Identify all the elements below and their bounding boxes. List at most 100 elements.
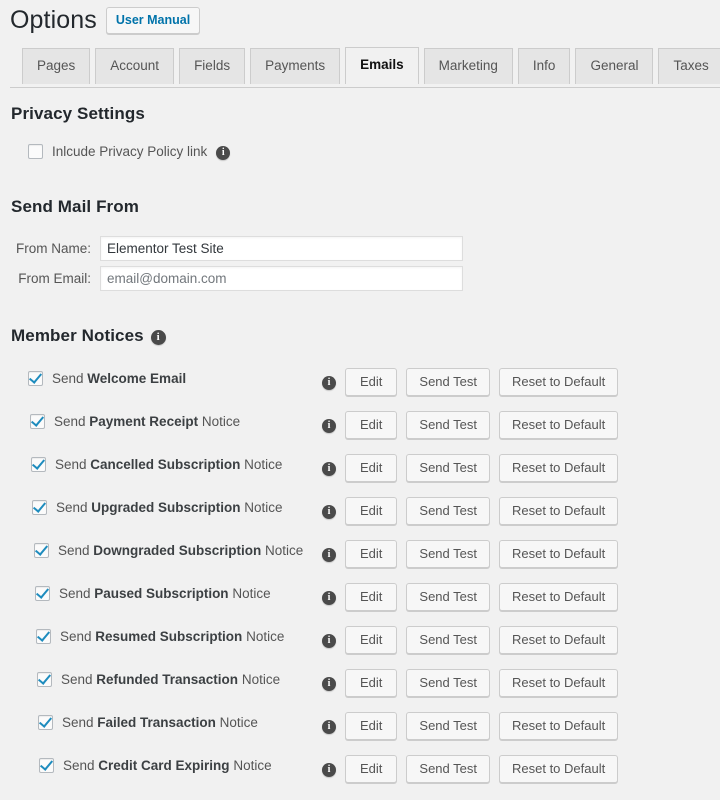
edit-button[interactable]: Edit (345, 669, 397, 697)
from-name-row: From Name: (0, 236, 463, 261)
reset-to-default-button[interactable]: Reset to Default (499, 540, 618, 568)
edit-button[interactable]: Edit (345, 497, 397, 525)
notice-label-name: Payment Receipt (89, 414, 198, 429)
notice-label: Send Upgraded Subscription Notice (56, 500, 283, 515)
send-test-button[interactable]: Send Test (406, 540, 490, 568)
send-test-button[interactable]: Send Test (406, 583, 490, 611)
notice-toggle-group: Send Credit Card Expiring Notice (39, 758, 272, 773)
member-notices-heading: Member Notices i (11, 326, 166, 346)
info-icon[interactable]: i (322, 591, 336, 605)
reset-to-default-button[interactable]: Reset to Default (499, 583, 618, 611)
reset-to-default-button[interactable]: Reset to Default (499, 669, 618, 697)
notice-toggle-group: Send Welcome Email (28, 371, 186, 386)
send-test-button[interactable]: Send Test (406, 411, 490, 439)
info-icon[interactable]: i (322, 462, 336, 476)
include-privacy-policy-checkbox[interactable] (28, 144, 43, 159)
notice-row: Send Refunded Transaction Notice i Edit Sen… (0, 669, 720, 712)
notice-label-prefix: Send (56, 500, 91, 515)
from-email-input[interactable] (100, 266, 463, 291)
send-test-button[interactable]: Send Test (406, 755, 490, 783)
reset-to-default-button[interactable]: Reset to Default (499, 712, 618, 740)
info-icon[interactable]: i (322, 376, 336, 390)
tab-payments[interactable]: Payments (250, 48, 340, 84)
send-mail-from-heading-text: Send Mail From (11, 197, 139, 217)
edit-button[interactable]: Edit (345, 583, 397, 611)
notice-toggle-group: Send Downgraded Subscription Notice (34, 543, 303, 558)
notice-actions: i Edit Send Test Reset to Default (322, 626, 618, 654)
notice-label-prefix: Send (59, 586, 94, 601)
reset-to-default-button[interactable]: Reset to Default (499, 755, 618, 783)
notice-row: Send Resumed Subscription Notice i Edit Sen… (0, 626, 720, 669)
info-icon[interactable]: i (322, 548, 336, 562)
notice-checkbox[interactable] (28, 371, 43, 386)
tab-marketing[interactable]: Marketing (424, 48, 513, 84)
send-test-button[interactable]: Send Test (406, 626, 490, 654)
notice-label-prefix: Send (61, 672, 96, 687)
notice-checkbox[interactable] (34, 543, 49, 558)
reset-to-default-button[interactable]: Reset to Default (499, 411, 618, 439)
notice-label-suffix: Notice (261, 543, 303, 558)
info-icon[interactable]: i (322, 763, 336, 777)
notice-row: Send Payment Receipt Notice i Edit Send Tes… (0, 411, 720, 454)
notice-checkbox[interactable] (36, 629, 51, 644)
notice-label-prefix: Send (60, 629, 95, 644)
notice-checkbox[interactable] (31, 457, 46, 472)
notice-toggle-group: Send Paused Subscription Notice (35, 586, 271, 601)
info-icon[interactable]: i (322, 505, 336, 519)
notice-toggle-group: Send Refunded Transaction Notice (37, 672, 280, 687)
notice-actions: i Edit Send Test Reset to Default (322, 497, 618, 525)
notice-label: Send Failed Transaction Notice (62, 715, 258, 730)
notice-checkbox[interactable] (37, 672, 52, 687)
send-test-button[interactable]: Send Test (406, 454, 490, 482)
edit-button[interactable]: Edit (345, 411, 397, 439)
notice-label: Send Resumed Subscription Notice (60, 629, 284, 644)
notice-checkbox[interactable] (38, 715, 53, 730)
tab-taxes[interactable]: Taxes (658, 48, 720, 84)
reset-to-default-button[interactable]: Reset to Default (499, 626, 618, 654)
edit-button[interactable]: Edit (345, 368, 397, 396)
notice-label-name: Cancelled Subscription (90, 457, 240, 472)
from-name-input[interactable] (100, 236, 463, 261)
notice-toggle-group: Send Payment Receipt Notice (30, 414, 240, 429)
notice-label: Send Welcome Email (52, 371, 186, 386)
info-icon[interactable]: i (151, 330, 166, 345)
reset-to-default-button[interactable]: Reset to Default (499, 497, 618, 525)
edit-button[interactable]: Edit (345, 755, 397, 783)
send-test-button[interactable]: Send Test (406, 712, 490, 740)
notice-label-name: Refunded Transaction (96, 672, 238, 687)
notice-label-suffix: Notice (242, 629, 284, 644)
edit-button[interactable]: Edit (345, 454, 397, 482)
member-notices-list: Send Welcome Email i Edit Send Test Reset to… (0, 368, 720, 798)
info-icon[interactable]: i (322, 634, 336, 648)
privacy-settings-heading-text: Privacy Settings (11, 104, 145, 124)
info-icon[interactable]: i (322, 677, 336, 691)
user-manual-button[interactable]: User Manual (106, 7, 200, 34)
notice-row: Send Credit Card Expiring Notice i Edit Sen… (0, 755, 720, 798)
info-icon[interactable]: i (216, 146, 230, 160)
reset-to-default-button[interactable]: Reset to Default (499, 454, 618, 482)
reset-to-default-button[interactable]: Reset to Default (499, 368, 618, 396)
info-icon[interactable]: i (322, 419, 336, 433)
tab-pages[interactable]: Pages (22, 48, 90, 84)
send-test-button[interactable]: Send Test (406, 497, 490, 525)
tab-fields[interactable]: Fields (179, 48, 245, 84)
tab-account[interactable]: Account (95, 48, 174, 84)
send-test-button[interactable]: Send Test (406, 669, 490, 697)
tab-general[interactable]: General (575, 48, 653, 84)
info-icon[interactable]: i (322, 720, 336, 734)
notice-label-name: Welcome Email (87, 371, 186, 386)
notice-checkbox[interactable] (39, 758, 54, 773)
edit-button[interactable]: Edit (345, 540, 397, 568)
notice-label: Send Refunded Transaction Notice (61, 672, 280, 687)
tab-info[interactable]: Info (518, 48, 571, 84)
notice-actions: i Edit Send Test Reset to Default (322, 583, 618, 611)
notice-actions: i Edit Send Test Reset to Default (322, 755, 618, 783)
edit-button[interactable]: Edit (345, 712, 397, 740)
notice-checkbox[interactable] (32, 500, 47, 515)
notice-checkbox[interactable] (35, 586, 50, 601)
send-test-button[interactable]: Send Test (406, 368, 490, 396)
tab-emails[interactable]: Emails (345, 47, 419, 84)
notice-checkbox[interactable] (30, 414, 45, 429)
edit-button[interactable]: Edit (345, 626, 397, 654)
notice-label-suffix: Notice (241, 500, 283, 515)
